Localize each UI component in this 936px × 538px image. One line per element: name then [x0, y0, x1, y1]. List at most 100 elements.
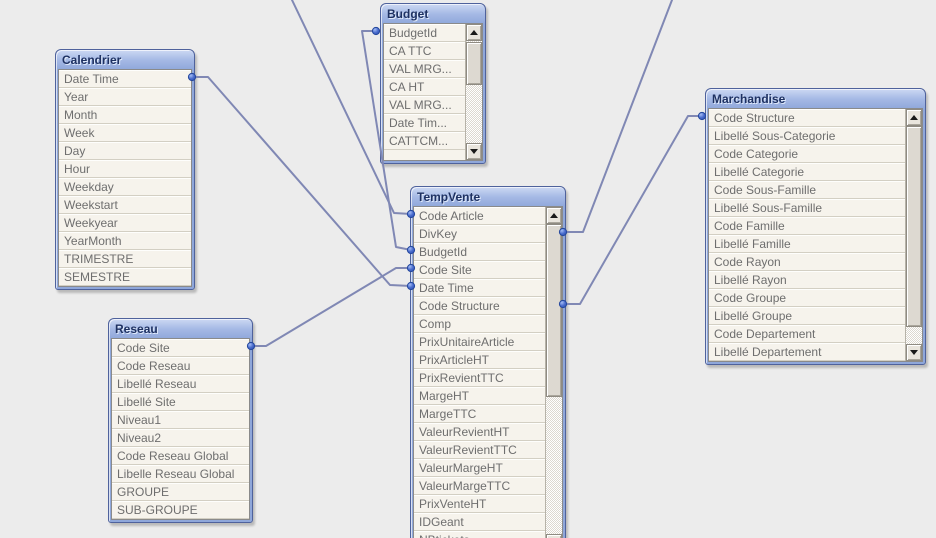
field-row[interactable]: Weekyear	[59, 214, 191, 232]
field-row[interactable]: CATTCM...	[384, 132, 466, 150]
field-row[interactable]: Libellé Sous-Categorie	[709, 127, 906, 145]
field-row[interactable]: Month	[59, 106, 191, 124]
scroll-down-button[interactable]	[466, 143, 482, 160]
vertical-scrollbar[interactable]	[905, 109, 922, 361]
field-row[interactable]: PrixVenteHT	[414, 495, 546, 513]
vertical-scrollbar[interactable]	[545, 207, 562, 538]
field-row[interactable]: IDGeant	[414, 513, 546, 531]
field-list-body: BudgetId CA TTC VAL MRG... CA HT VAL MRG... D…	[383, 23, 483, 161]
field-row[interactable]: Weekstart	[59, 196, 191, 214]
field-row[interactable]: YearMonth	[59, 232, 191, 250]
field-row[interactable]: Libelle Reseau Global	[112, 465, 249, 483]
relation-line-calendrier-datetime-to-tempvente-datetime	[191, 76, 412, 287]
scroll-thumb[interactable]	[466, 42, 482, 85]
field-row[interactable]: ValeurRevientTTC	[414, 441, 546, 459]
field-row[interactable]: VAL MRG...	[384, 96, 466, 114]
field-row[interactable]: Date Time	[59, 70, 191, 88]
field-row[interactable]: Libellé Famille	[709, 235, 906, 253]
field-row[interactable]: BudgetId	[384, 24, 466, 42]
table-window-tempvente[interactable]: TempVente Code Article DivKey BudgetId Code …	[410, 186, 566, 538]
field-row[interactable]: CA TTC	[384, 42, 466, 60]
field-row[interactable]: Code Departement	[709, 325, 906, 343]
field-row[interactable]: Code Reseau	[112, 357, 249, 375]
triangle-up-icon	[470, 30, 478, 35]
field-row[interactable]: Year	[59, 88, 191, 106]
table-window-budget[interactable]: Budget BudgetId CA TTC VAL MRG... CA HT VAL M…	[380, 3, 486, 164]
field-row[interactable]: Libellé Sous-Famille	[709, 199, 906, 217]
field-row[interactable]: PrixArticleHT	[414, 351, 546, 369]
table-caption[interactable]: Calendrier	[58, 50, 192, 69]
scroll-down-button[interactable]	[906, 344, 922, 361]
field-row[interactable]: ValeurMargeTTC	[414, 477, 546, 495]
field-row[interactable]: Hour	[59, 160, 191, 178]
field-row[interactable]: Date Tim...	[384, 114, 466, 132]
field-row[interactable]: Code Reseau Global	[112, 447, 249, 465]
field-row[interactable]: GROUPE	[112, 483, 249, 501]
field-rows: Code Structure Libellé Sous-Categorie Code…	[709, 109, 906, 361]
field-row[interactable]: Code Site	[112, 339, 249, 357]
table-window-reseau[interactable]: Reseau Code Site Code Reseau Libellé Reseau…	[108, 318, 253, 523]
field-row[interactable]: Libellé Groupe	[709, 307, 906, 325]
relation-line-reseau-codesite-to-tempvente-codesite	[250, 267, 412, 347]
field-rows: BudgetId CA TTC VAL MRG... CA HT VAL MRG... D…	[384, 24, 466, 150]
field-list-body: Code Site Code Reseau Libellé Reseau Libell…	[111, 338, 250, 520]
triangle-up-icon	[910, 115, 918, 120]
scroll-thumb[interactable]	[906, 126, 922, 327]
field-row[interactable]: Comp	[414, 315, 546, 333]
triangle-up-icon	[550, 213, 558, 218]
field-row[interactable]: PrixUnitaireArticle	[414, 333, 546, 351]
schema-canvas: Calendrier Date Time Year Month Week Day Hour W…	[0, 0, 936, 538]
field-row[interactable]: Libellé Rayon	[709, 271, 906, 289]
field-row[interactable]: Libellé Reseau	[112, 375, 249, 393]
field-list-body: Date Time Year Month Week Day Hour Weekday Week…	[58, 69, 192, 287]
table-caption[interactable]: TempVente	[413, 187, 563, 206]
field-row[interactable]: Week	[59, 124, 191, 142]
field-row[interactable]: Day	[59, 142, 191, 160]
field-row[interactable]: MargeTTC	[414, 405, 546, 423]
field-row[interactable]: Code Site	[414, 261, 546, 279]
field-row[interactable]: Code Rayon	[709, 253, 906, 271]
field-row[interactable]: Weekday	[59, 178, 191, 196]
field-list-body: Code Article DivKey BudgetId Code Site Date …	[413, 206, 563, 538]
scroll-down-button[interactable]	[546, 534, 562, 538]
field-rows: Code Site Code Reseau Libellé Reseau Libell…	[112, 339, 249, 519]
field-row[interactable]: Date Time	[414, 279, 546, 297]
field-row[interactable]: PrixRevientTTC	[414, 369, 546, 387]
field-row[interactable]: ValeurRevientHT	[414, 423, 546, 441]
table-caption[interactable]: Marchandise	[708, 89, 923, 108]
field-row[interactable]: VAL MRG...	[384, 60, 466, 78]
field-row[interactable]: Libellé Categorie	[709, 163, 906, 181]
field-row[interactable]: MargeHT	[414, 387, 546, 405]
vertical-scrollbar[interactable]	[465, 24, 482, 160]
field-row[interactable]: NBtickets	[414, 531, 546, 538]
field-row[interactable]: TRIMESTRE	[59, 250, 191, 268]
field-row[interactable]: CA HT	[384, 78, 466, 96]
field-row[interactable]: Niveau2	[112, 429, 249, 447]
field-row[interactable]: BudgetId	[414, 243, 546, 261]
table-caption[interactable]: Budget	[383, 4, 483, 23]
field-row[interactable]: Code Groupe	[709, 289, 906, 307]
field-row[interactable]: Libellé Departement	[709, 343, 906, 361]
field-row[interactable]: Code Structure	[414, 297, 546, 315]
field-row[interactable]: Libellé Site	[112, 393, 249, 411]
field-row[interactable]: ValeurMargeHT	[414, 459, 546, 477]
table-window-calendrier[interactable]: Calendrier Date Time Year Month Week Day Hour W…	[55, 49, 195, 290]
field-row[interactable]: Code Article	[414, 207, 546, 225]
scroll-up-button[interactable]	[546, 207, 562, 224]
scroll-up-button[interactable]	[906, 109, 922, 126]
table-window-marchandise[interactable]: Marchandise Code Structure Libellé Sous-Ca…	[705, 88, 926, 365]
field-rows: Code Article DivKey BudgetId Code Site Date …	[414, 207, 546, 538]
field-row[interactable]: DivKey	[414, 225, 546, 243]
field-row[interactable]: Code Categorie	[709, 145, 906, 163]
table-caption[interactable]: Reseau	[111, 319, 250, 338]
scroll-thumb[interactable]	[546, 224, 562, 397]
scroll-up-button[interactable]	[466, 24, 482, 41]
field-row[interactable]: Niveau1	[112, 411, 249, 429]
triangle-down-icon	[470, 149, 478, 154]
field-row[interactable]: Code Sous-Famille	[709, 181, 906, 199]
field-row[interactable]: SEMESTRE	[59, 268, 191, 286]
field-row[interactable]: SUB-GROUPE	[112, 501, 249, 519]
field-row[interactable]: Code Structure	[709, 109, 906, 127]
relation-line-offscreen-to-tempvente-divkey	[562, 0, 673, 233]
field-row[interactable]: Code Famille	[709, 217, 906, 235]
